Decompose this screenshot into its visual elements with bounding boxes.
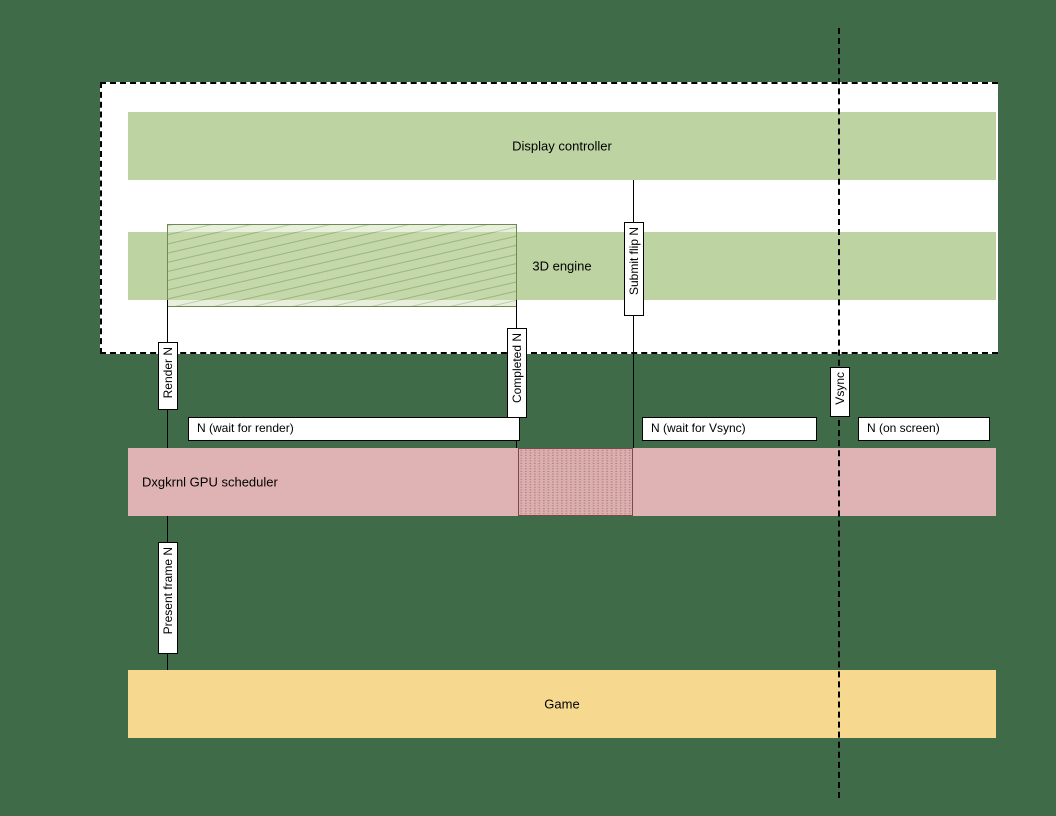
lane-label: Game xyxy=(128,697,996,712)
diagram-canvas: Display controller 3D engine Dxgkrnl GPU… xyxy=(0,0,1056,816)
chip-on-screen: N (on screen) xyxy=(858,417,990,441)
chip-wait-render: N (wait for render) xyxy=(188,417,520,441)
chip-label: N (wait for Vsync) xyxy=(651,421,746,435)
vlabel-submit-flip-n: Submit flip N xyxy=(624,222,644,316)
lane-label: Display controller xyxy=(128,139,996,154)
lane-label: 3D engine xyxy=(128,259,996,274)
scheduler-active-segment xyxy=(518,448,633,516)
lane-3d-engine: 3D engine xyxy=(128,232,996,300)
lane-game: Game xyxy=(128,670,996,738)
chip-label: N (wait for render) xyxy=(197,421,294,435)
vlabel-vsync: Vsync xyxy=(830,367,850,417)
lane-label: Dxgkrnl GPU scheduler xyxy=(142,475,278,490)
vlabel-completed-n: Completed N xyxy=(507,328,527,418)
vlabel-present-frame-n: Present frame N xyxy=(158,542,178,654)
lane-display-controller: Display controller xyxy=(128,112,996,180)
vlabel-render-n: Render N xyxy=(158,342,178,410)
chip-label: N (on screen) xyxy=(867,421,940,435)
chip-wait-vsync: N (wait for Vsync) xyxy=(642,417,817,441)
